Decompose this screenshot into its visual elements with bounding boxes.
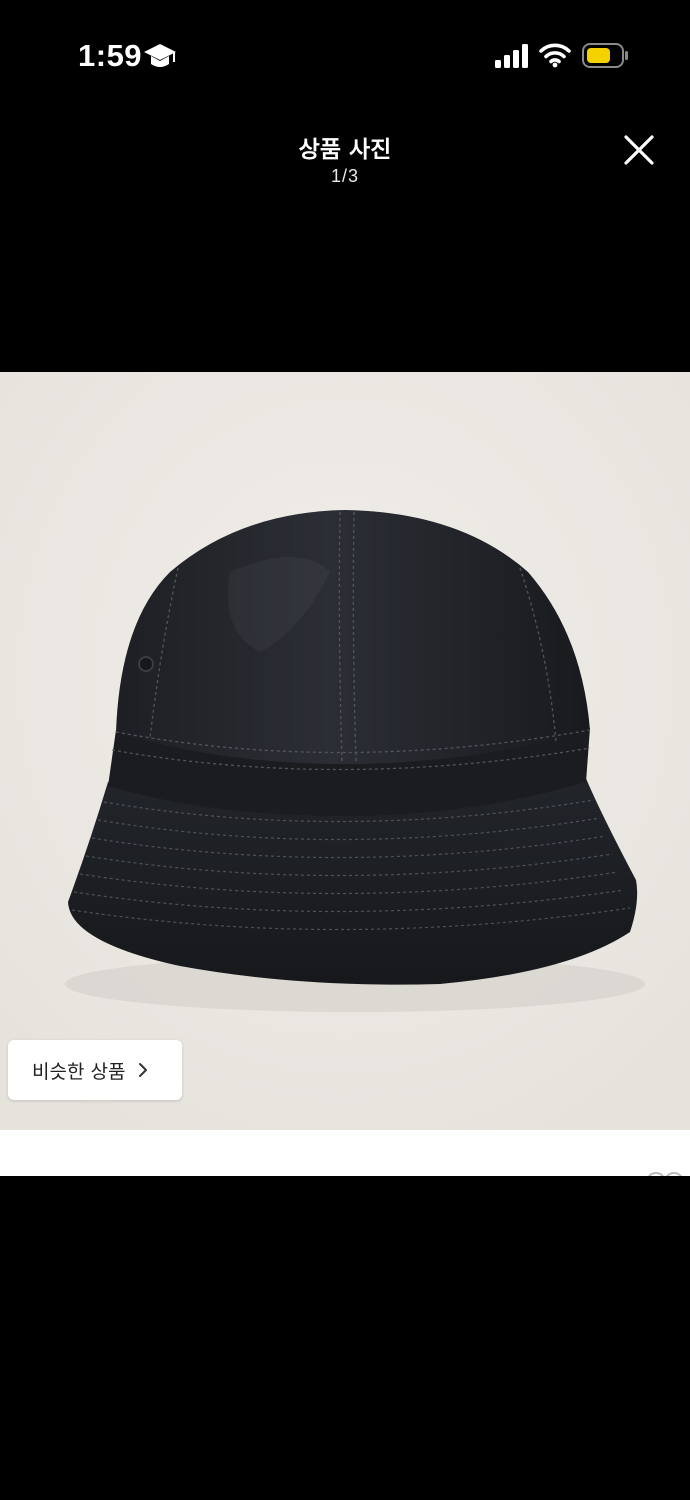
product-info-strip — [0, 1130, 690, 1176]
battery-icon — [582, 43, 628, 68]
similar-products-button[interactable]: 비슷한 상품 — [8, 1040, 182, 1100]
status-time: 1:59 — [78, 38, 143, 73]
page-title: 상품 사진 — [298, 137, 392, 163]
graduation-cap-icon — [144, 44, 176, 67]
chevron-right-icon — [139, 1063, 148, 1077]
cellular-signal-icon — [495, 44, 528, 68]
photo-viewer-header: 상품 사진 1/3 — [0, 110, 690, 200]
product-photo[interactable]: 비슷한 상품 — [0, 372, 690, 1130]
bucket-hat-image — [0, 372, 690, 1130]
similar-products-label: 비슷한 상품 — [32, 1060, 126, 1083]
partial-icon — [648, 1172, 682, 1176]
photo-counter: 1/3 — [330, 166, 360, 186]
close-icon[interactable] — [617, 130, 659, 172]
wifi-icon — [539, 43, 571, 68]
status-bar: 1:59 — [0, 0, 690, 110]
